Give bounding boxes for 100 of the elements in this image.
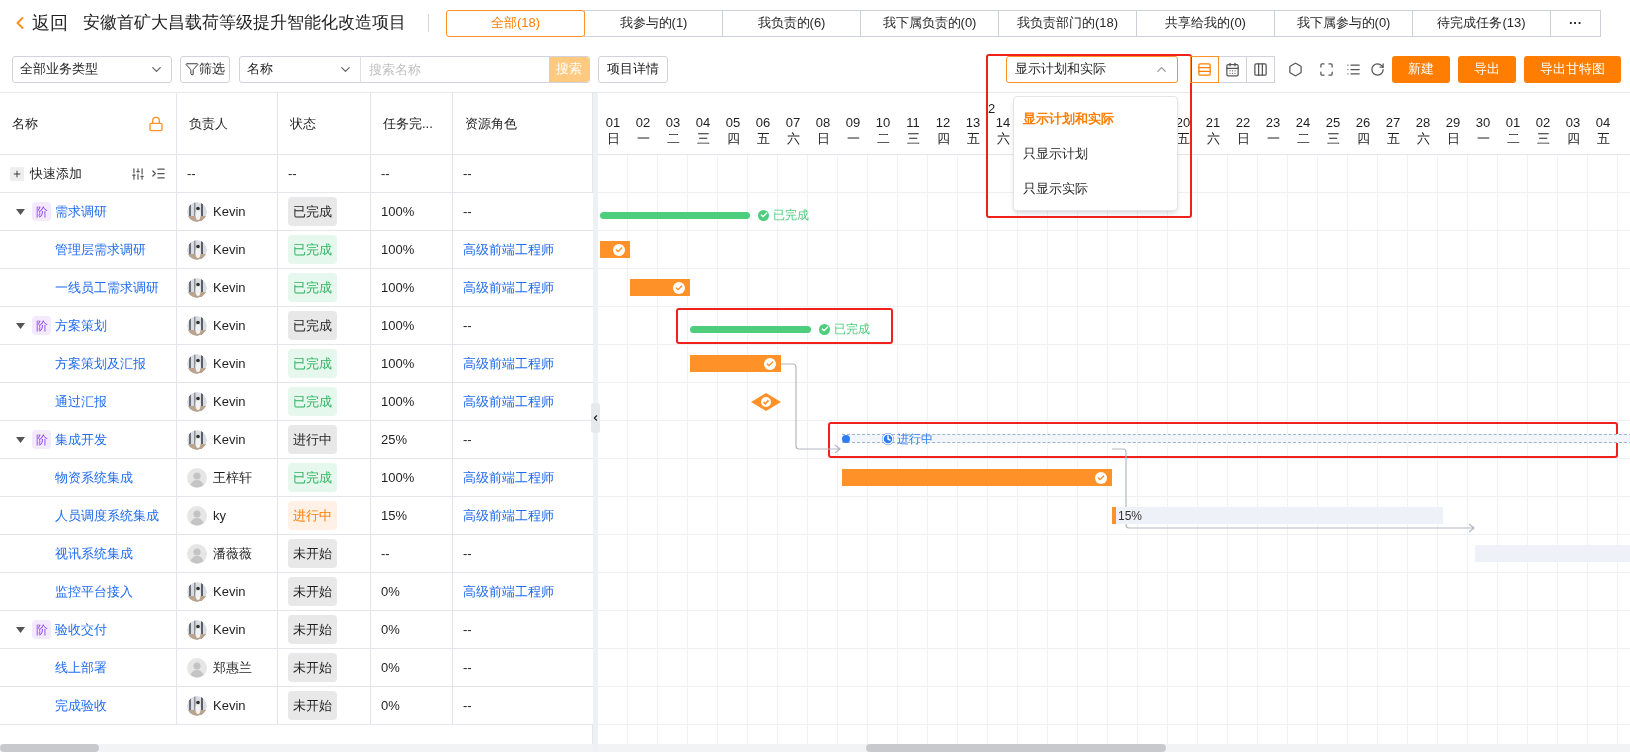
filter-tab[interactable]: 我负责部门的(18)	[998, 9, 1137, 37]
filter-tab[interactable]: 待完成任务(13)	[1412, 9, 1551, 37]
view-option[interactable]: 显示计划和实际	[1014, 101, 1177, 136]
weekday-label: 三	[906, 131, 920, 147]
role-link[interactable]: 高级前端工程师	[463, 239, 554, 260]
search-field[interactable]: 搜索名称	[361, 56, 549, 82]
task-name-link[interactable]: 方案策划	[55, 315, 107, 336]
expand-caret-icon[interactable]	[16, 208, 25, 215]
weekday-label: 五	[1596, 131, 1610, 147]
filter-tab[interactable]: 全部(18)	[446, 9, 585, 37]
indent-icon[interactable]	[151, 166, 166, 181]
table-cell-text: --	[463, 620, 472, 639]
lock-icon[interactable]	[148, 115, 164, 132]
table-cell-text: --	[463, 430, 472, 449]
weekday-label: 五	[966, 131, 980, 147]
task-name-link[interactable]: 集成开发	[55, 429, 107, 450]
filter-icon[interactable]	[185, 62, 199, 76]
gantt-view-button[interactable]	[1190, 55, 1219, 83]
task-name-link[interactable]: 人员调度系统集成	[55, 505, 159, 526]
business-type-select[interactable]: 全部业务类型	[12, 55, 172, 83]
role-link[interactable]: 高级前端工程师	[463, 277, 554, 298]
quick-add-label[interactable]: 快速添加	[30, 163, 82, 184]
day-number: 25	[1325, 115, 1341, 131]
filter-tab[interactable]: 我下属参与的(0)	[1274, 9, 1413, 37]
filter-tab[interactable]: 我参与的(1)	[584, 9, 723, 37]
action-button[interactable]: 导出甘特图	[1524, 55, 1621, 83]
role-link[interactable]: 高级前端工程师	[463, 467, 554, 488]
scrollbar-thumb[interactable]	[866, 744, 1166, 752]
filter-button[interactable]: 筛选	[180, 55, 230, 83]
status-tag: 未开始	[288, 576, 337, 607]
table-cell-text: --	[381, 164, 390, 183]
status-tag: 未开始	[288, 538, 337, 569]
view-option[interactable]: 只显示实际	[1014, 171, 1177, 206]
filter-tab[interactable]: 共享给我的(0)	[1136, 9, 1275, 37]
task-bar[interactable]	[690, 355, 781, 372]
gantt-icon[interactable]	[1197, 61, 1212, 77]
fullscreen-icon[interactable]	[1319, 61, 1334, 77]
table-cell-text: --	[463, 658, 472, 677]
clock-icon	[882, 433, 894, 445]
refresh-icon[interactable]	[1370, 61, 1385, 77]
task-name-link[interactable]: 方案策划及汇报	[55, 353, 146, 374]
filter-tab[interactable]: ···	[1550, 9, 1601, 37]
progress-value: 100%	[381, 278, 415, 297]
weekday-label: 三	[696, 131, 710, 147]
expand-caret-icon[interactable]	[16, 626, 25, 633]
view-option[interactable]: 只显示计划	[1014, 136, 1177, 171]
collapse-handle[interactable]	[591, 403, 600, 433]
progress-value: 100%	[381, 392, 415, 411]
milestone-diamond[interactable]	[751, 393, 781, 411]
settings-icon[interactable]	[1288, 61, 1303, 77]
board-view-button[interactable]	[1246, 55, 1275, 83]
filter-tab[interactable]: 我负责的(6)	[722, 9, 861, 37]
day-number: 21	[1205, 115, 1221, 131]
weekday-label: 六	[786, 131, 800, 147]
expand-caret-icon[interactable]	[16, 322, 25, 329]
sliders-icon[interactable]	[131, 166, 145, 181]
project-details-button[interactable]: 项目详情	[598, 55, 668, 83]
task-name-link[interactable]: 监控平台接入	[55, 581, 133, 602]
task-bar[interactable]	[600, 241, 630, 258]
add-icon[interactable]	[10, 166, 24, 181]
progress-value: --	[381, 544, 390, 563]
back-button[interactable]: 返回	[10, 9, 68, 37]
role-link[interactable]: 高级前端工程师	[463, 581, 554, 602]
summary-bar[interactable]	[842, 434, 1630, 443]
role-link[interactable]: 高级前端工程师	[463, 505, 554, 526]
role-link[interactable]: 高级前端工程师	[463, 391, 554, 412]
task-name-link[interactable]: 一线员工需求调研	[55, 277, 159, 298]
task-name-link[interactable]: 完成验收	[55, 695, 107, 716]
column-header: 状态	[290, 114, 316, 133]
expand-caret-icon[interactable]	[16, 436, 25, 443]
weekday-label: 四	[1566, 131, 1580, 147]
task-name-link[interactable]: 物资系统集成	[55, 467, 133, 488]
task-name-link[interactable]: 需求调研	[55, 201, 107, 222]
scrollbar-thumb[interactable]	[0, 744, 99, 752]
task-bar[interactable]	[630, 279, 690, 296]
task-name-link[interactable]: 线上部署	[55, 657, 107, 678]
bar-progress: 15%	[1118, 507, 1143, 525]
task-name-link[interactable]: 视讯系统集成	[55, 543, 133, 564]
weekday-label: 四	[726, 131, 740, 147]
search-field-select[interactable]: 名称	[240, 56, 361, 82]
task-name-link[interactable]: 管理层需求调研	[55, 239, 146, 260]
filter-tab[interactable]: 我下属负责的(0)	[860, 9, 999, 37]
search-bar[interactable]: 名称 搜索名称 搜索	[239, 55, 590, 83]
calendar-view-button[interactable]	[1218, 55, 1247, 83]
task-bar[interactable]: 15%	[1112, 507, 1443, 524]
progress-value: 0%	[381, 658, 400, 677]
phase-tag: 阶	[32, 316, 51, 335]
task-name-link[interactable]: 验收交付	[55, 619, 107, 640]
status-tag: 已完成	[288, 386, 337, 417]
task-name-link[interactable]: 通过汇报	[55, 391, 107, 412]
role-link[interactable]: 高级前端工程师	[463, 353, 554, 374]
view-select[interactable]: 显示计划和实际	[1006, 55, 1178, 83]
action-button[interactable]: 新建	[1392, 55, 1450, 83]
calendar-icon[interactable]	[1225, 61, 1240, 77]
owner-name: Kevin	[213, 240, 246, 259]
board-icon[interactable]	[1253, 61, 1268, 77]
list-icon[interactable]	[1346, 61, 1361, 77]
action-button[interactable]: 导出	[1458, 55, 1516, 83]
owner-name: Kevin	[213, 354, 246, 373]
day-number: 02	[1535, 115, 1551, 131]
